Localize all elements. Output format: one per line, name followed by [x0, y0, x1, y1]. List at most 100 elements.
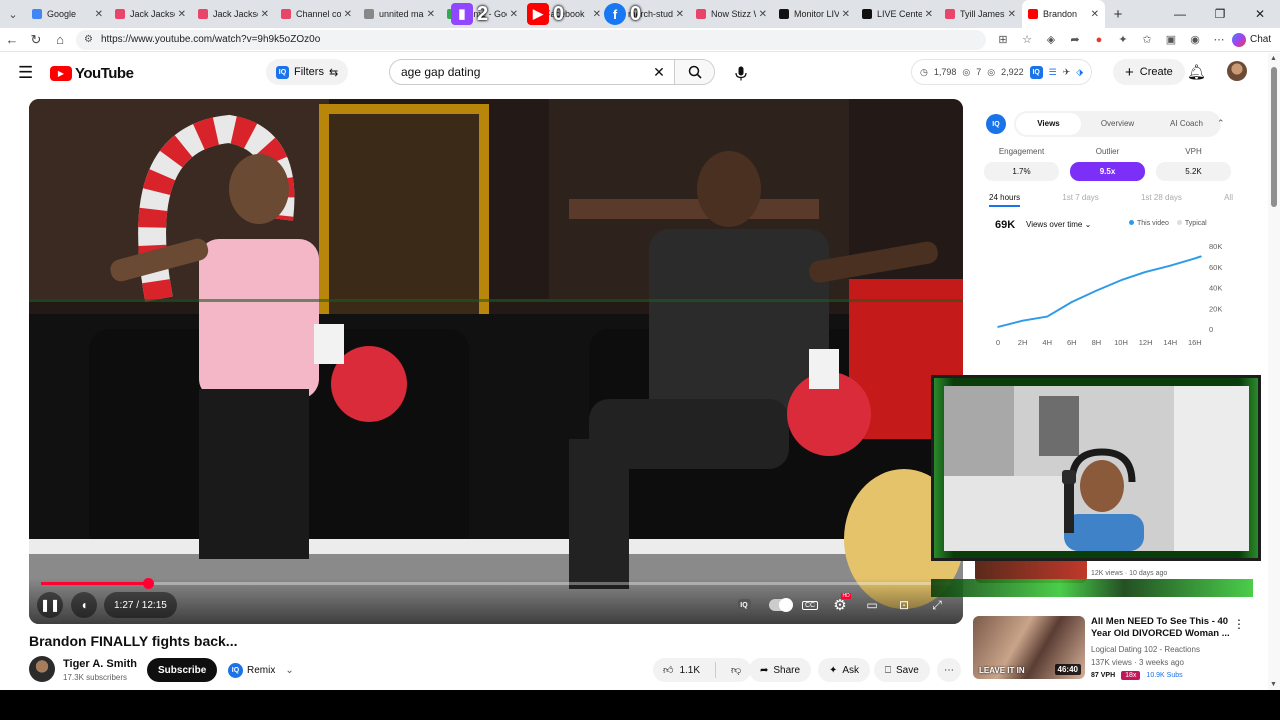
create-button[interactable]: + Create — [1113, 59, 1185, 85]
filters-button[interactable]: IQ Filters ⇆ — [266, 59, 349, 85]
scroll-down-icon[interactable]: ▼ — [1270, 681, 1277, 688]
channel-name[interactable]: Tiger A. Smith — [63, 658, 137, 670]
search-button[interactable] — [674, 60, 714, 84]
tab-close-icon[interactable]: ✕ — [1008, 9, 1016, 20]
views-line-chart: 0 20K 40K 60K 80K 0 2H 4H 6H 8H 10H 12H 14H 16H — [996, 242, 1222, 347]
tab-close-icon[interactable]: ✕ — [510, 9, 518, 20]
video-player[interactable]: ❚❚ ◖ 1:27 / 12:15 IQ CC ⚙ HD ▭ ⊡ ⤢ — [29, 99, 963, 624]
views-dropdown[interactable]: Views over time ⌄ — [1026, 220, 1091, 229]
tab-close-icon[interactable]: ✕ — [344, 9, 352, 20]
ask-button[interactable]: ✦ Ask — [818, 658, 871, 682]
tab-close-icon[interactable]: ✕ — [427, 9, 435, 20]
install-app-icon[interactable]: ⊞ — [994, 31, 1012, 49]
subscribe-button[interactable]: Subscribe — [147, 658, 218, 682]
dislike-button[interactable]: 👎︎ — [721, 658, 751, 682]
close-window-icon[interactable]: ✕ — [1240, 0, 1280, 28]
clear-search-icon[interactable]: ✕ — [644, 64, 674, 81]
tab-close-icon[interactable]: ✕ — [593, 9, 601, 20]
share-icon[interactable]: ➦ — [1066, 31, 1084, 49]
channel-avatar[interactable] — [29, 656, 55, 682]
captions-button[interactable]: CC — [799, 592, 821, 618]
collections-icon[interactable]: ▣ — [1162, 31, 1180, 49]
extension-icon[interactable]: ◈ — [1042, 31, 1060, 49]
browser-tab[interactable]: Brandon ✕ — [1022, 0, 1105, 28]
more-menu-icon[interactable]: ⋯ — [1210, 31, 1228, 49]
range-first-7-days[interactable]: 1st 7 days — [1062, 193, 1098, 207]
related-title[interactable]: All Men NEED To See This - 40 Year Old D… — [1091, 616, 1231, 640]
scrollbar-thumb[interactable] — [1271, 67, 1277, 207]
menu-icon[interactable]: ☰ — [18, 63, 38, 83]
new-tab-button[interactable]: + — [1105, 6, 1131, 23]
site-info-icon[interactable]: ⚙ — [84, 34, 93, 45]
browser-tab[interactable]: Jack Jackson✕ — [192, 0, 275, 28]
tab-close-icon[interactable]: ✕ — [178, 9, 186, 20]
browser-tab[interactable]: Tyill James EX✕ — [939, 0, 1022, 28]
youtube-logo[interactable]: ▶ YouTube — [50, 65, 134, 82]
url-field[interactable]: ⚙ https://www.youtube.com/watch?v=9h9k5o… — [76, 29, 986, 50]
search-input[interactable]: age gap dating — [390, 65, 644, 79]
pause-button[interactable]: ❚❚ — [37, 592, 63, 618]
minimize-icon[interactable]: — — [1160, 0, 1200, 28]
browser-tab[interactable]: Monitor LIVE✕ — [773, 0, 856, 28]
browser-tab[interactable]: Channel cont✕ — [275, 0, 358, 28]
back-icon[interactable]: ← — [0, 32, 24, 47]
more-vertical-icon[interactable]: ⋮ — [1233, 617, 1245, 631]
chevron-down-icon[interactable]: ⌄ — [285, 665, 293, 676]
extension-red-icon[interactable]: ● — [1090, 31, 1108, 49]
favorites-icon[interactable]: ✩ — [1138, 31, 1156, 49]
browser-tab[interactable]: Google ✕ — [26, 0, 109, 28]
share-button[interactable]: ➦ Share — [749, 658, 812, 682]
cast-button[interactable]: ⊡ — [893, 592, 915, 618]
tab-close-icon[interactable]: ✕ — [676, 9, 684, 20]
scrubber-handle[interactable] — [143, 578, 155, 589]
autoplay-toggle[interactable] — [765, 592, 795, 618]
volume-button[interactable]: ◖ — [71, 592, 97, 618]
remix-button[interactable]: IQ Remix ⌄ — [224, 659, 298, 681]
progress-bar[interactable] — [41, 578, 951, 589]
tab-search-icon[interactable]: ⌄ — [0, 0, 26, 28]
y-tick-label: 60K — [1209, 263, 1222, 272]
page-scrollbar[interactable]: ▲ ▼ — [1268, 53, 1280, 690]
range-all[interactable]: All — [1224, 193, 1233, 207]
notifications-bell-icon[interactable]: 🔔︎ — [1187, 63, 1206, 81]
vidiq-stats-pill[interactable]: ◷ 1,798 ◎ 7 ◎ 2,922 IQ ☰ ✈ ⬗ — [911, 59, 1093, 85]
browser-tab[interactable]: Jack Jackson✕ — [109, 0, 192, 28]
voice-search-button[interactable] — [729, 61, 753, 85]
like-button[interactable]: 👍︎ 1.1K — [653, 658, 710, 682]
puzzle-icon[interactable]: ✦ — [1114, 31, 1132, 49]
plus-icon: + — [1125, 63, 1134, 81]
more-actions-button[interactable]: ⋯ — [937, 658, 961, 682]
copilot-chat-button[interactable]: Chat — [1232, 32, 1271, 47]
time-text: 1:27 / 12:15 — [114, 599, 167, 611]
vidiq-player-button[interactable]: IQ — [735, 592, 753, 618]
reload-icon[interactable]: ↻ — [24, 32, 48, 48]
account-avatar[interactable] — [1227, 61, 1247, 81]
browser-tab[interactable]: LIVE Center ✕ — [856, 0, 939, 28]
tab-ai-coach[interactable]: AI Coach — [1154, 113, 1219, 135]
profile-icon[interactable]: ◉ — [1186, 31, 1204, 49]
tab-close-icon[interactable]: ✕ — [759, 9, 767, 20]
tab-close-icon[interactable]: ✕ — [842, 9, 850, 20]
restore-icon[interactable]: ❐ — [1200, 0, 1240, 28]
related-channel[interactable]: Logical Dating 102 - Reactions — [1091, 645, 1200, 654]
settings-button[interactable]: ⚙ HD — [829, 592, 851, 618]
browser-tab[interactable]: Now Stizz W✕ — [690, 0, 773, 28]
home-icon[interactable]: ⌂ — [48, 32, 72, 47]
related-thumbnail[interactable]: LEAVE IT IN 46:40 — [973, 616, 1085, 679]
bookmark-star-icon[interactable]: ☆ — [1018, 31, 1036, 49]
tab-close-icon[interactable]: ✕ — [261, 9, 269, 20]
tab-close-icon[interactable]: ✕ — [925, 9, 933, 20]
tab-close-icon[interactable]: ✕ — [95, 9, 103, 20]
browser-tab[interactable]: unnited mast✕ — [358, 0, 441, 28]
range-first-28-days[interactable]: 1st 28 days — [1141, 193, 1182, 207]
x-tick-label: 10H — [1114, 338, 1128, 347]
miniplayer-button[interactable]: ▭ — [861, 592, 883, 618]
facebook-counter: f 0 — [604, 3, 641, 25]
scroll-up-icon[interactable]: ▲ — [1270, 55, 1277, 62]
range-24-hours[interactable]: 24 hours — [989, 193, 1021, 207]
tab-views[interactable]: Views — [1016, 113, 1081, 135]
save-button[interactable]: ⎕ Save — [874, 658, 930, 682]
tab-close-icon[interactable]: ✕ — [1091, 9, 1099, 20]
tab-overview[interactable]: Overview — [1085, 113, 1150, 135]
collapse-chevron-icon[interactable]: ⌃ — [1217, 118, 1225, 129]
